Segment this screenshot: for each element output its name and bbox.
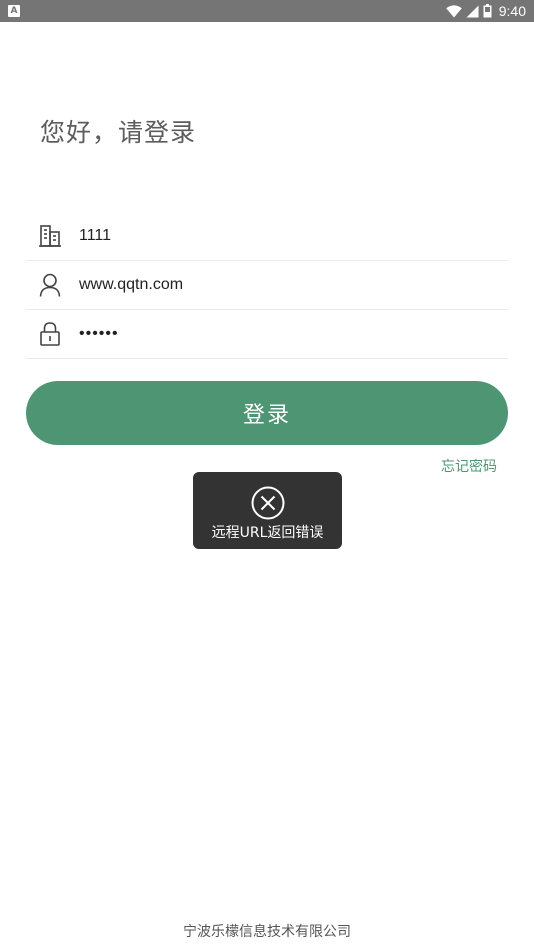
error-toast: 远程URL返回错误 xyxy=(193,472,342,549)
status-bar: A 9:40 xyxy=(0,0,534,22)
password-field[interactable]: •••••• xyxy=(26,310,508,359)
password-input[interactable]: •••••• xyxy=(79,325,119,343)
lock-icon xyxy=(37,321,63,347)
wifi-icon xyxy=(445,4,462,17)
person-icon xyxy=(37,272,63,298)
toast-message: 远程URL返回错误 xyxy=(211,525,324,541)
company-field[interactable]: 1111 xyxy=(26,212,508,261)
company-footer: 宁波乐檬信息技术有限公司 xyxy=(183,924,351,940)
status-time: 9:40 xyxy=(498,3,526,19)
forgot-password-link[interactable]: 忘记密码 xyxy=(441,456,497,476)
error-x-circle-icon xyxy=(251,486,284,520)
battery-icon xyxy=(483,4,492,18)
username-field[interactable]: www.qqtn.com xyxy=(26,261,508,310)
status-bar-right: 9:40 xyxy=(445,0,526,22)
building-icon xyxy=(37,223,63,249)
app-notification-icon: A xyxy=(8,5,20,17)
signal-icon xyxy=(466,5,479,17)
page-title: 您好，请登录 xyxy=(40,118,197,147)
login-button[interactable]: 登录 xyxy=(26,381,508,445)
app-notification-letter: A xyxy=(10,6,18,16)
username-input[interactable]: www.qqtn.com xyxy=(79,276,183,294)
company-input[interactable]: 1111 xyxy=(79,227,111,245)
